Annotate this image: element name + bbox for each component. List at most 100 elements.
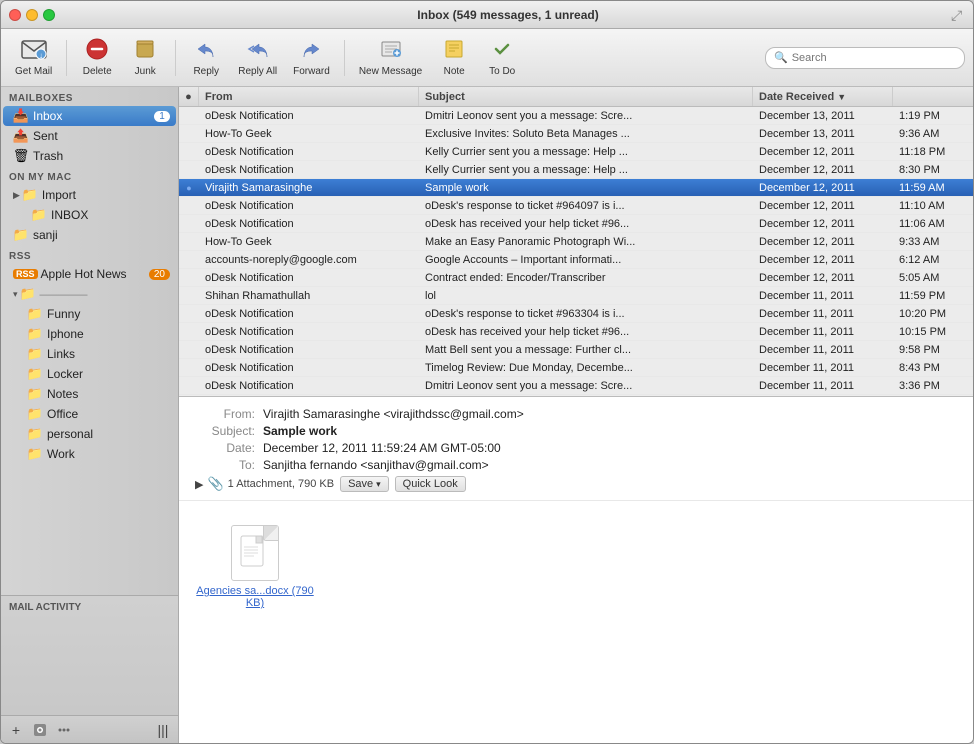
- attachment-file: Agencies sa...docx (790 KB): [195, 525, 315, 609]
- resize-handle[interactable]: |||: [152, 720, 174, 740]
- table-row[interactable]: oDesk Notification Dmitri Leonov sent yo…: [179, 107, 973, 125]
- to-do-button[interactable]: To Do: [480, 34, 524, 82]
- forward-button[interactable]: Forward: [287, 34, 336, 82]
- time-cell: 9:33 AM: [893, 236, 973, 248]
- sidebar-item-inbox[interactable]: 📥 Inbox 1: [3, 106, 176, 126]
- table-row[interactable]: oDesk Notification oDesk's response to t…: [179, 305, 973, 323]
- sidebar-item-locker[interactable]: 📁 Locker: [3, 364, 176, 384]
- date-cell: December 13, 2011: [753, 110, 893, 122]
- date-cell: December 12, 2011: [753, 164, 893, 176]
- table-row[interactable]: accounts-noreply@google.com Google Accou…: [179, 251, 973, 269]
- sidebar-item-iphone[interactable]: 📁 Iphone: [3, 324, 176, 344]
- sidebar-item-trash[interactable]: 🗑 Trash: [3, 146, 176, 166]
- quick-look-button[interactable]: Quick Look: [395, 476, 466, 492]
- table-row[interactable]: oDesk Notification Timelog Review: Due M…: [179, 359, 973, 377]
- table-row[interactable]: oDesk Notification oDesk's response to t…: [179, 197, 973, 215]
- sidebar-item-links[interactable]: 📁 Links: [3, 344, 176, 364]
- time-cell: 9:36 AM: [893, 128, 973, 140]
- maximize-button[interactable]: [43, 9, 55, 21]
- date-label: Date:: [195, 441, 255, 455]
- sidebar-item-personal[interactable]: 📁 personal: [3, 424, 176, 444]
- sidebar-item-inbox-local[interactable]: 📁 INBOX: [3, 205, 176, 225]
- delete-button[interactable]: Delete: [75, 34, 119, 82]
- minimize-button[interactable]: [26, 9, 38, 21]
- from-cell: oDesk Notification: [199, 218, 419, 230]
- table-row[interactable]: oDesk Notification Matt Bell sent you a …: [179, 341, 973, 359]
- flag-dot: ●: [185, 91, 192, 103]
- date-cell: December 11, 2011: [753, 380, 893, 392]
- time-cell: 9:58 PM: [893, 344, 973, 356]
- file-name[interactable]: Agencies sa...docx (790 KB): [195, 585, 315, 609]
- table-row[interactable]: oDesk Notification Kelly Currier sent yo…: [179, 143, 973, 161]
- add-mailbox-button[interactable]: +: [5, 720, 27, 740]
- sidebar-item-funny[interactable]: 📁 Funny: [3, 304, 176, 324]
- from-cell: oDesk Notification: [199, 110, 419, 122]
- col-time-header: [893, 87, 973, 106]
- from-cell: oDesk Notification: [199, 326, 419, 338]
- save-button[interactable]: Save ▾: [340, 476, 389, 492]
- note-button[interactable]: Note: [432, 34, 476, 82]
- trash-icon: 🗑: [13, 148, 29, 164]
- search-input[interactable]: [792, 52, 932, 64]
- to-row: To: Sanjitha fernando <sanjithav@gmail.c…: [195, 458, 957, 472]
- date-cell: December 11, 2011: [753, 308, 893, 320]
- delete-icon: [86, 38, 108, 64]
- junk-button[interactable]: Junk: [123, 34, 167, 82]
- sort-arrow: ▼: [837, 92, 846, 102]
- table-row[interactable]: oDesk Notification Contract ended: Encod…: [179, 269, 973, 287]
- content-area: ● From Subject Date Received ▼ oDesk Not…: [179, 87, 973, 743]
- table-row[interactable]: oDesk Notification oDesk has received yo…: [179, 215, 973, 233]
- sidebar-item-notes[interactable]: 📁 Notes: [3, 384, 176, 404]
- subject-row: Subject: Sample work: [195, 424, 957, 438]
- new-message-button[interactable]: New Message: [353, 34, 428, 82]
- mailbox-settings-button[interactable]: [29, 720, 51, 740]
- get-mail-button[interactable]: ↓ Get Mail: [9, 34, 58, 82]
- sidebar-item-apple-hot-news[interactable]: RSS Apple Hot News 20: [3, 264, 176, 284]
- sidebar-item-work[interactable]: 📁 Work: [3, 444, 176, 464]
- forward-label: Forward: [293, 66, 330, 77]
- date-cell: December 12, 2011: [753, 236, 893, 248]
- table-row-selected[interactable]: ● Virajith Samarasinghe Sample work Dece…: [179, 179, 973, 197]
- group-icon: 📁: [20, 286, 36, 302]
- table-row[interactable]: oDesk Notification oDesk has received yo…: [179, 323, 973, 341]
- inbox-local-label: INBOX: [51, 208, 170, 222]
- mail-window: Inbox (549 messages, 1 unread) ⤢ ↓ Get M…: [0, 0, 974, 744]
- mailboxes-header: MAILBOXES: [1, 87, 178, 106]
- date-cell: December 11, 2011: [753, 344, 893, 356]
- sidebar-item-import[interactable]: ▶ 📁 Import: [3, 185, 176, 205]
- table-row[interactable]: How-To Geek Make an Easy Panoramic Photo…: [179, 233, 973, 251]
- time-cell: 10:15 PM: [893, 326, 973, 338]
- date-cell: December 12, 2011: [753, 182, 893, 194]
- table-row[interactable]: oDesk Notification Dmitri Leonov sent yo…: [179, 377, 973, 395]
- col-date-header[interactable]: Date Received ▼: [753, 87, 893, 106]
- to-label: To:: [195, 458, 255, 472]
- traffic-lights: [9, 9, 55, 21]
- window-title: Inbox (549 messages, 1 unread): [65, 8, 951, 22]
- sent-label: Sent: [33, 129, 170, 143]
- disclosure-triangle[interactable]: ▶: [195, 478, 203, 491]
- table-row[interactable]: How-To Geek Exclusive Invites: Soluto Be…: [179, 125, 973, 143]
- subject-label: Subject:: [195, 424, 255, 438]
- col-from-header[interactable]: From: [199, 87, 419, 106]
- sidebar-item-office[interactable]: 📁 Office: [3, 404, 176, 424]
- delete-label: Delete: [83, 66, 112, 77]
- search-box: 🔍: [765, 47, 965, 69]
- locker-icon: 📁: [27, 366, 43, 382]
- date-cell: December 12, 2011: [753, 272, 893, 284]
- sidebar-item-group[interactable]: ▾ 📁 ————: [3, 284, 176, 304]
- col-subject-header[interactable]: Subject: [419, 87, 753, 106]
- from-cell: Virajith Samarasinghe: [199, 182, 419, 194]
- sidebar-item-sanji[interactable]: 📁 sanji: [3, 225, 176, 245]
- table-row[interactable]: WeTransfer anak.ng.tupa.2011@gmail.com h…: [179, 395, 973, 396]
- close-button[interactable]: [9, 9, 21, 21]
- from-cell: oDesk Notification: [199, 200, 419, 212]
- more-options-button[interactable]: [53, 720, 75, 740]
- sidebar-item-sent[interactable]: 📤 Sent: [3, 126, 176, 146]
- table-row[interactable]: oDesk Notification Kelly Currier sent yo…: [179, 161, 973, 179]
- table-row[interactable]: Shihan Rhamathullah lol December 11, 201…: [179, 287, 973, 305]
- iphone-folder-icon: 📁: [27, 326, 43, 342]
- reply-button[interactable]: Reply: [184, 34, 228, 82]
- reply-all-button[interactable]: Reply All: [232, 34, 283, 82]
- date-cell: December 12, 2011: [753, 200, 893, 212]
- date-cell: December 11, 2011: [753, 326, 893, 338]
